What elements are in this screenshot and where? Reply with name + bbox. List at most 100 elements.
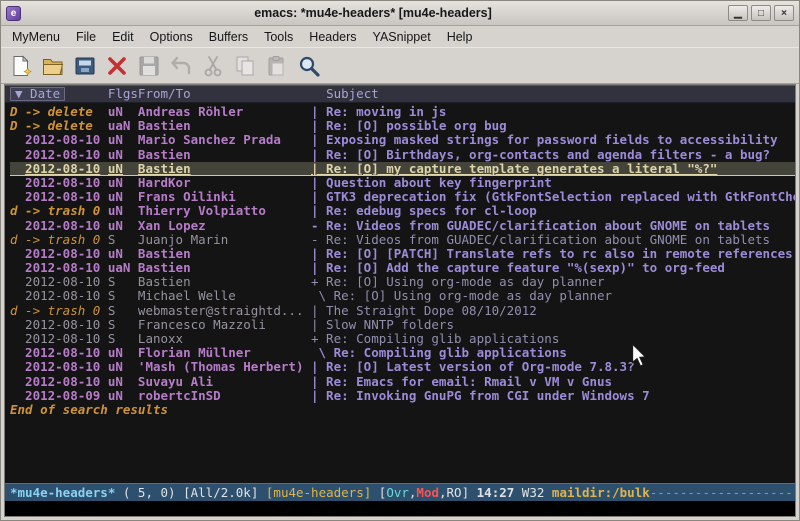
row-subject: | Re: [O] Latest version of Org-mode 7.8… [311,360,795,374]
toolbar-button-new-file[interactable] [5,50,37,82]
copy-icon [233,54,257,78]
row-mark [10,219,25,233]
row-from: Michael Welle [138,289,311,303]
toolbar-button-save[interactable] [133,50,165,82]
message-row[interactable]: d-> trash 0uNThierry Volpiatto| Re: edeb… [10,204,795,218]
row-subject: | Re: edebug specs for cl-loop [311,204,795,218]
row-flags: uN [108,176,138,190]
row-mark [10,261,25,275]
row-date: 2012-08-10 [25,148,108,162]
window-icon: e [6,6,21,21]
title-bar[interactable]: e emacs: *mu4e-headers* [mu4e-headers] ▁… [1,1,799,26]
row-flags: S [108,318,138,332]
message-row[interactable]: 2012-08-10uNXan Lopez- Re: Videos from G… [10,219,795,233]
message-row[interactable]: 2012-08-10uNSuvayu Ali| Re: Emacs for em… [10,375,795,389]
window-title: emacs: *mu4e-headers* [mu4e-headers] [21,6,725,20]
modeline-major-mode[interactable]: [mu4e-headers] [266,485,379,500]
modeline-buffer-name[interactable]: *mu4e-headers* [10,485,115,500]
message-row[interactable]: D-> deleteuNAndreas Röhler| Re: moving i… [10,105,795,119]
row-date: 2012-08-10 [25,275,108,289]
toolbar-button-close-buffer[interactable] [101,50,133,82]
message-row[interactable]: 2012-08-10uNBastien| Re: [O] my capture … [10,162,795,176]
row-date: 2012-08-10 [25,162,108,176]
row-date: -> delete [25,119,108,133]
row-mark [10,275,25,289]
modeline-maildir: maildir:/bulk [552,485,650,500]
row-from: Bastien [138,148,311,162]
row-subject: | Slow NNTP folders [311,318,795,332]
row-subject: | Re: [O] [PATCH] Translate refs to rc a… [311,247,795,261]
row-flags: uN [108,105,138,119]
row-mark [10,247,25,261]
row-from: Bastien [138,275,311,289]
row-from: Bastien [138,119,311,133]
row-mark [10,289,25,303]
menu-item-options[interactable]: Options [142,28,201,46]
row-subject: | Question about key fingerprint [311,176,795,190]
message-row[interactable]: 2012-08-10SBastien+ Re: [O] Using org-mo… [10,275,795,289]
message-row[interactable]: 2012-08-10uNFlorian Müllner \ Re: Compil… [10,346,795,360]
menu-item-mymenu[interactable]: MyMenu [4,28,68,46]
minimize-button[interactable]: ▁ [728,5,748,21]
row-date: 2012-08-10 [25,289,108,303]
menu-item-buffers[interactable]: Buffers [201,28,256,46]
toolbar-button-copy[interactable] [229,50,261,82]
menu-item-help[interactable]: Help [439,28,481,46]
toolbar-button-open-file[interactable] [37,50,69,82]
message-row[interactable]: 2012-08-10SMichael Welle \ Re: [O] Using… [10,289,795,303]
row-flags: uN [108,162,138,176]
message-row[interactable]: d-> trash 0SJuanjo Marin- Re: Videos fro… [10,233,795,247]
echo-area[interactable] [5,501,795,516]
row-mark [10,133,25,147]
toolbar-button-dired[interactable] [69,50,101,82]
toolbar-button-search[interactable] [293,50,325,82]
menu-item-headers[interactable]: Headers [301,28,364,46]
row-flags: uN [108,389,138,403]
row-from: webmaster@straightd... [138,304,311,318]
message-row[interactable]: 2012-08-10uNHardKor| Question about key … [10,176,795,190]
row-mark [10,389,25,403]
close-button[interactable]: × [774,5,794,21]
modeline-clock: 14:27 [469,485,514,500]
message-row[interactable]: 2012-08-10uN'Mash (Thomas Herbert)| Re: … [10,360,795,374]
toolbar-button-undo[interactable] [165,50,197,82]
message-row[interactable]: d-> trash 0Swebmaster@straightd...| The … [10,304,795,318]
message-row[interactable]: 2012-08-10uNFrans Oilinki| GTK3 deprecat… [10,190,795,204]
row-date: 2012-08-10 [25,247,108,261]
menu-item-yasnippet[interactable]: YASnippet [365,28,439,46]
menu-item-file[interactable]: File [68,28,104,46]
paste-icon [265,54,289,78]
row-from: Florian Müllner [138,346,311,360]
message-row[interactable]: 2012-08-10uNBastien| Re: [O] Birthdays, … [10,148,795,162]
row-mark: D [10,119,25,133]
menu-item-tools[interactable]: Tools [256,28,301,46]
maximize-button[interactable]: □ [751,5,771,21]
column-header-date[interactable]: ▼ Date [10,87,65,101]
message-row[interactable]: 2012-08-10uNBastien| Re: [O] [PATCH] Tra… [10,247,795,261]
toolbar-button-paste[interactable] [261,50,293,82]
message-row[interactable]: 2012-08-09uNrobertcInSD| Re: Invoking Gn… [10,389,795,403]
search-icon [297,54,321,78]
row-subject: | Re: [O] Add the capture feature "%(sex… [311,261,795,275]
modeline-separator: , [439,485,447,500]
mode-line[interactable]: *mu4e-headers* ( 5, 0) [All/2.0k] [mu4e-… [5,483,795,501]
column-header-flags[interactable]: Flgs [108,86,138,102]
row-mark [10,360,25,374]
row-subject: | Re: Invoking GnuPG from CGI under Wind… [311,389,795,403]
row-flags: uN [108,133,138,147]
menu-item-edit[interactable]: Edit [104,28,142,46]
row-subject: | Re: [O] Birthdays, org-contacts and ag… [311,148,795,162]
message-row[interactable]: 2012-08-10uaNBastien| Re: [O] Add the ca… [10,261,795,275]
message-row[interactable]: 2012-08-10uNMario Sanchez Prada| Exposin… [10,133,795,147]
row-mark [10,346,25,360]
message-row[interactable]: 2012-08-10SFrancesco Mazzoli| Slow NNTP … [10,318,795,332]
open-file-icon [41,54,65,78]
column-header-from[interactable]: From/To [138,86,191,102]
column-header-subject[interactable]: Subject [326,86,379,102]
row-mark [10,375,25,389]
message-row[interactable]: D-> deleteuaNBastien| Re: [O] possible o… [10,119,795,133]
toolbar-button-cut[interactable] [197,50,229,82]
message-row[interactable]: 2012-08-10SLanoxx+ Re: Compiling glib ap… [10,332,795,346]
row-from: Thierry Volpiatto [138,204,311,218]
row-subject: | Re: moving in js [311,105,795,119]
